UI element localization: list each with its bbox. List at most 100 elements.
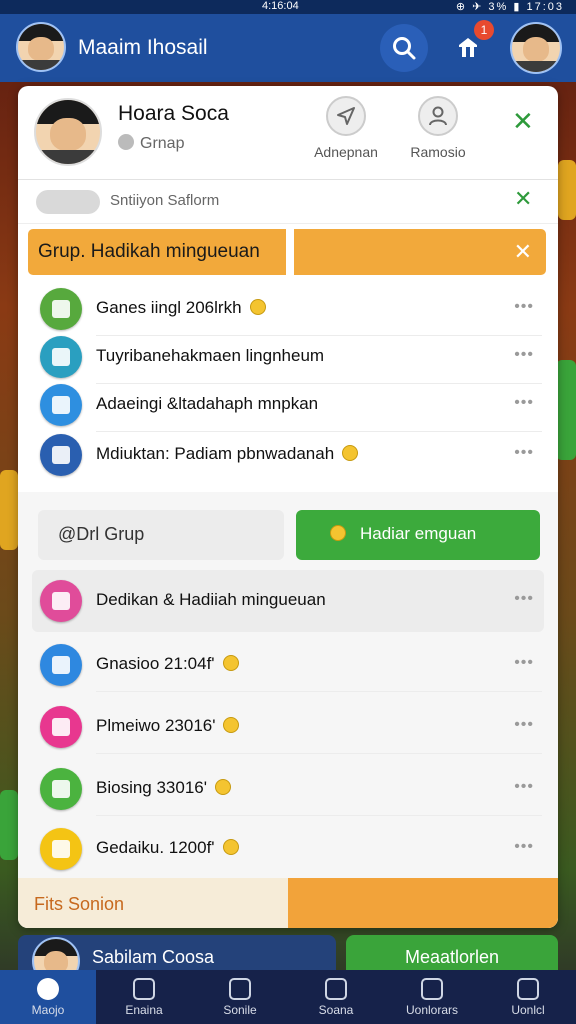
- box-icon: [229, 978, 251, 1000]
- reward-button[interactable]: Hadiar emguan: [296, 510, 540, 560]
- list-item-text: Dedikan & Hadiiah mingueuan: [96, 590, 326, 609]
- close-icon[interactable]: ✕: [512, 108, 534, 134]
- notification-badge: 1: [474, 20, 494, 40]
- list-item[interactable]: Gedaiku. 1200f' •••: [18, 822, 558, 876]
- status-time: 4:16:04: [262, 0, 299, 12]
- status-icons: ⊕ ✈ 3% ▮ 17:03: [455, 1, 564, 13]
- list-item[interactable]: Plmeiwo 23016' •••: [18, 700, 558, 754]
- profile-subtitle: Grnap: [118, 134, 184, 153]
- list-item[interactable]: Mdiuktan: Padiam pbnwadanah •••: [18, 428, 558, 482]
- settings-icon: [517, 978, 539, 1000]
- list-item-icon: [40, 644, 82, 686]
- tab-label: Uonlcl: [511, 1003, 545, 1017]
- profile-name: Hoara Soca: [118, 102, 229, 125]
- footer-left: Fits Sonion: [18, 878, 288, 928]
- highlight-list-item[interactable]: Dedikan & Hadiiah mingueuan •••: [18, 574, 558, 628]
- list-item-icon: [40, 384, 82, 426]
- group-button[interactable]: @Drl Grup: [38, 510, 284, 560]
- list-item-text: Biosing 33016': [96, 778, 231, 798]
- list-item[interactable]: Biosing 33016' •••: [18, 762, 558, 816]
- more-icon[interactable]: •••: [514, 394, 534, 412]
- more-icon[interactable]: •••: [514, 716, 534, 734]
- list-item-text: Adaeingi &ltadahaph mnpkan: [96, 394, 319, 413]
- bottom-card-left[interactable]: Sabilam Coosa: [18, 935, 336, 985]
- list-item-icon: [40, 706, 82, 748]
- send-icon: [326, 96, 366, 136]
- info-icon: [421, 978, 443, 1000]
- more-icon[interactable]: •••: [514, 778, 534, 796]
- tab-home[interactable]: Maojo: [0, 970, 96, 1024]
- user-avatar[interactable]: [16, 22, 66, 72]
- coin-icon: [222, 655, 239, 671]
- list-item[interactable]: Gnasioo 21:04f' •••: [18, 638, 558, 692]
- banner-text: Grup. Hadikah mingueuan: [38, 241, 260, 262]
- tab-label: Enaina: [125, 1003, 163, 1017]
- profile-avatar[interactable]: [510, 22, 562, 74]
- tab-label: Uonlorars: [405, 1003, 459, 1017]
- tab-2[interactable]: Enaina: [96, 970, 192, 1024]
- filter-row: Sntiiyon Saflorm ✕: [18, 180, 558, 224]
- coin-icon: [342, 445, 359, 461]
- action-user-label: Ramosio: [410, 144, 466, 160]
- group-panel: Hoara Soca Grnap Adnepnan Ramosio ✕ Snti…: [18, 86, 558, 928]
- background-decoration: [0, 470, 18, 550]
- list-item[interactable]: Ganes iingl 206lrkh •••: [18, 282, 558, 336]
- coin-icon: [215, 779, 231, 795]
- close-icon[interactable]: ✕: [514, 239, 532, 265]
- list-item-text: Tuyribanehakmaen lingnheum: [96, 346, 325, 365]
- list-item-text: Mdiuktan: Padiam pbnwadanah: [96, 444, 359, 464]
- tab-3[interactable]: Sonile: [192, 970, 288, 1024]
- more-icon[interactable]: •••: [514, 346, 534, 364]
- bell-icon[interactable]: 1: [446, 20, 494, 70]
- group-banner[interactable]: Grup. Hadikah mingueuan ✕: [28, 229, 546, 275]
- more-icon[interactable]: •••: [514, 838, 534, 856]
- list-item-icon: [40, 288, 82, 330]
- coin-icon: [223, 717, 240, 733]
- list-item-text: Gnasioo 21:04f': [96, 654, 239, 674]
- more-icon[interactable]: •••: [514, 298, 534, 316]
- more-icon[interactable]: •••: [514, 444, 534, 462]
- banner-right: ✕: [294, 229, 546, 275]
- bottom-navigation: Maojo Enaina Sonile Soana Uonlorars Uonl…: [0, 970, 576, 1024]
- more-icon[interactable]: •••: [514, 590, 534, 608]
- list-item-icon: [40, 768, 82, 810]
- group-avatar[interactable]: [34, 98, 102, 166]
- filter-chips[interactable]: [36, 190, 100, 214]
- footer-label: Fits Sonion: [34, 894, 125, 914]
- list-item-text: Gedaiku. 1200f': [96, 838, 239, 858]
- list-item[interactable]: Tuyribanehakmaen lingnheum •••: [18, 330, 558, 384]
- reward-button-label: Hadiar emguan: [360, 524, 477, 543]
- tab-5[interactable]: Uonlorars: [384, 970, 480, 1024]
- banner-left: Grup. Hadikah mingueuan: [28, 229, 286, 275]
- status-bar: 4:16:04 ⊕ ✈ 3% ▮ 17:03: [0, 0, 576, 14]
- action-user[interactable]: Ramosio: [398, 96, 478, 160]
- user-icon: [418, 96, 458, 136]
- chat-icon: [118, 134, 134, 150]
- coin-icon: [249, 299, 266, 315]
- upload-icon: [325, 978, 347, 1000]
- coin-icon: [330, 525, 346, 541]
- list-item[interactable]: Adaeingi &ltadahaph mnpkan •••: [18, 378, 558, 432]
- home-icon: [37, 978, 59, 1000]
- tab-label: Maojo: [31, 1003, 65, 1017]
- profile-sub-label: Grnap: [140, 135, 185, 152]
- list-item-icon: [40, 828, 82, 870]
- list-item-icon: [40, 580, 82, 622]
- coin-icon: [222, 839, 239, 855]
- search-icon[interactable]: [380, 24, 428, 72]
- more-icon[interactable]: •••: [514, 654, 534, 672]
- close-icon[interactable]: ✕: [514, 188, 532, 210]
- panel-header: Hoara Soca Grnap Adnepnan Ramosio ✕: [18, 86, 558, 180]
- tab-6[interactable]: Uonlcl: [480, 970, 576, 1024]
- top-app-bar: Maaim Ihosail 1: [0, 14, 576, 82]
- action-send[interactable]: Adnepnan: [306, 96, 386, 160]
- tab-4[interactable]: Soana: [288, 970, 384, 1024]
- panel-footer[interactable]: Fits Sonion: [18, 878, 558, 928]
- filter-text: Sntiiyon Saflorm: [110, 192, 220, 209]
- list-item-text: Plmeiwo 23016': [96, 716, 240, 736]
- action-send-label: Adnepnan: [314, 144, 378, 160]
- tab-label: Soana: [318, 1003, 354, 1017]
- bottom-cards: Sabilam Coosa Meaatlorlen: [18, 935, 558, 985]
- list-item-icon: [40, 434, 82, 476]
- bottom-card-right[interactable]: Meaatlorlen: [346, 935, 558, 975]
